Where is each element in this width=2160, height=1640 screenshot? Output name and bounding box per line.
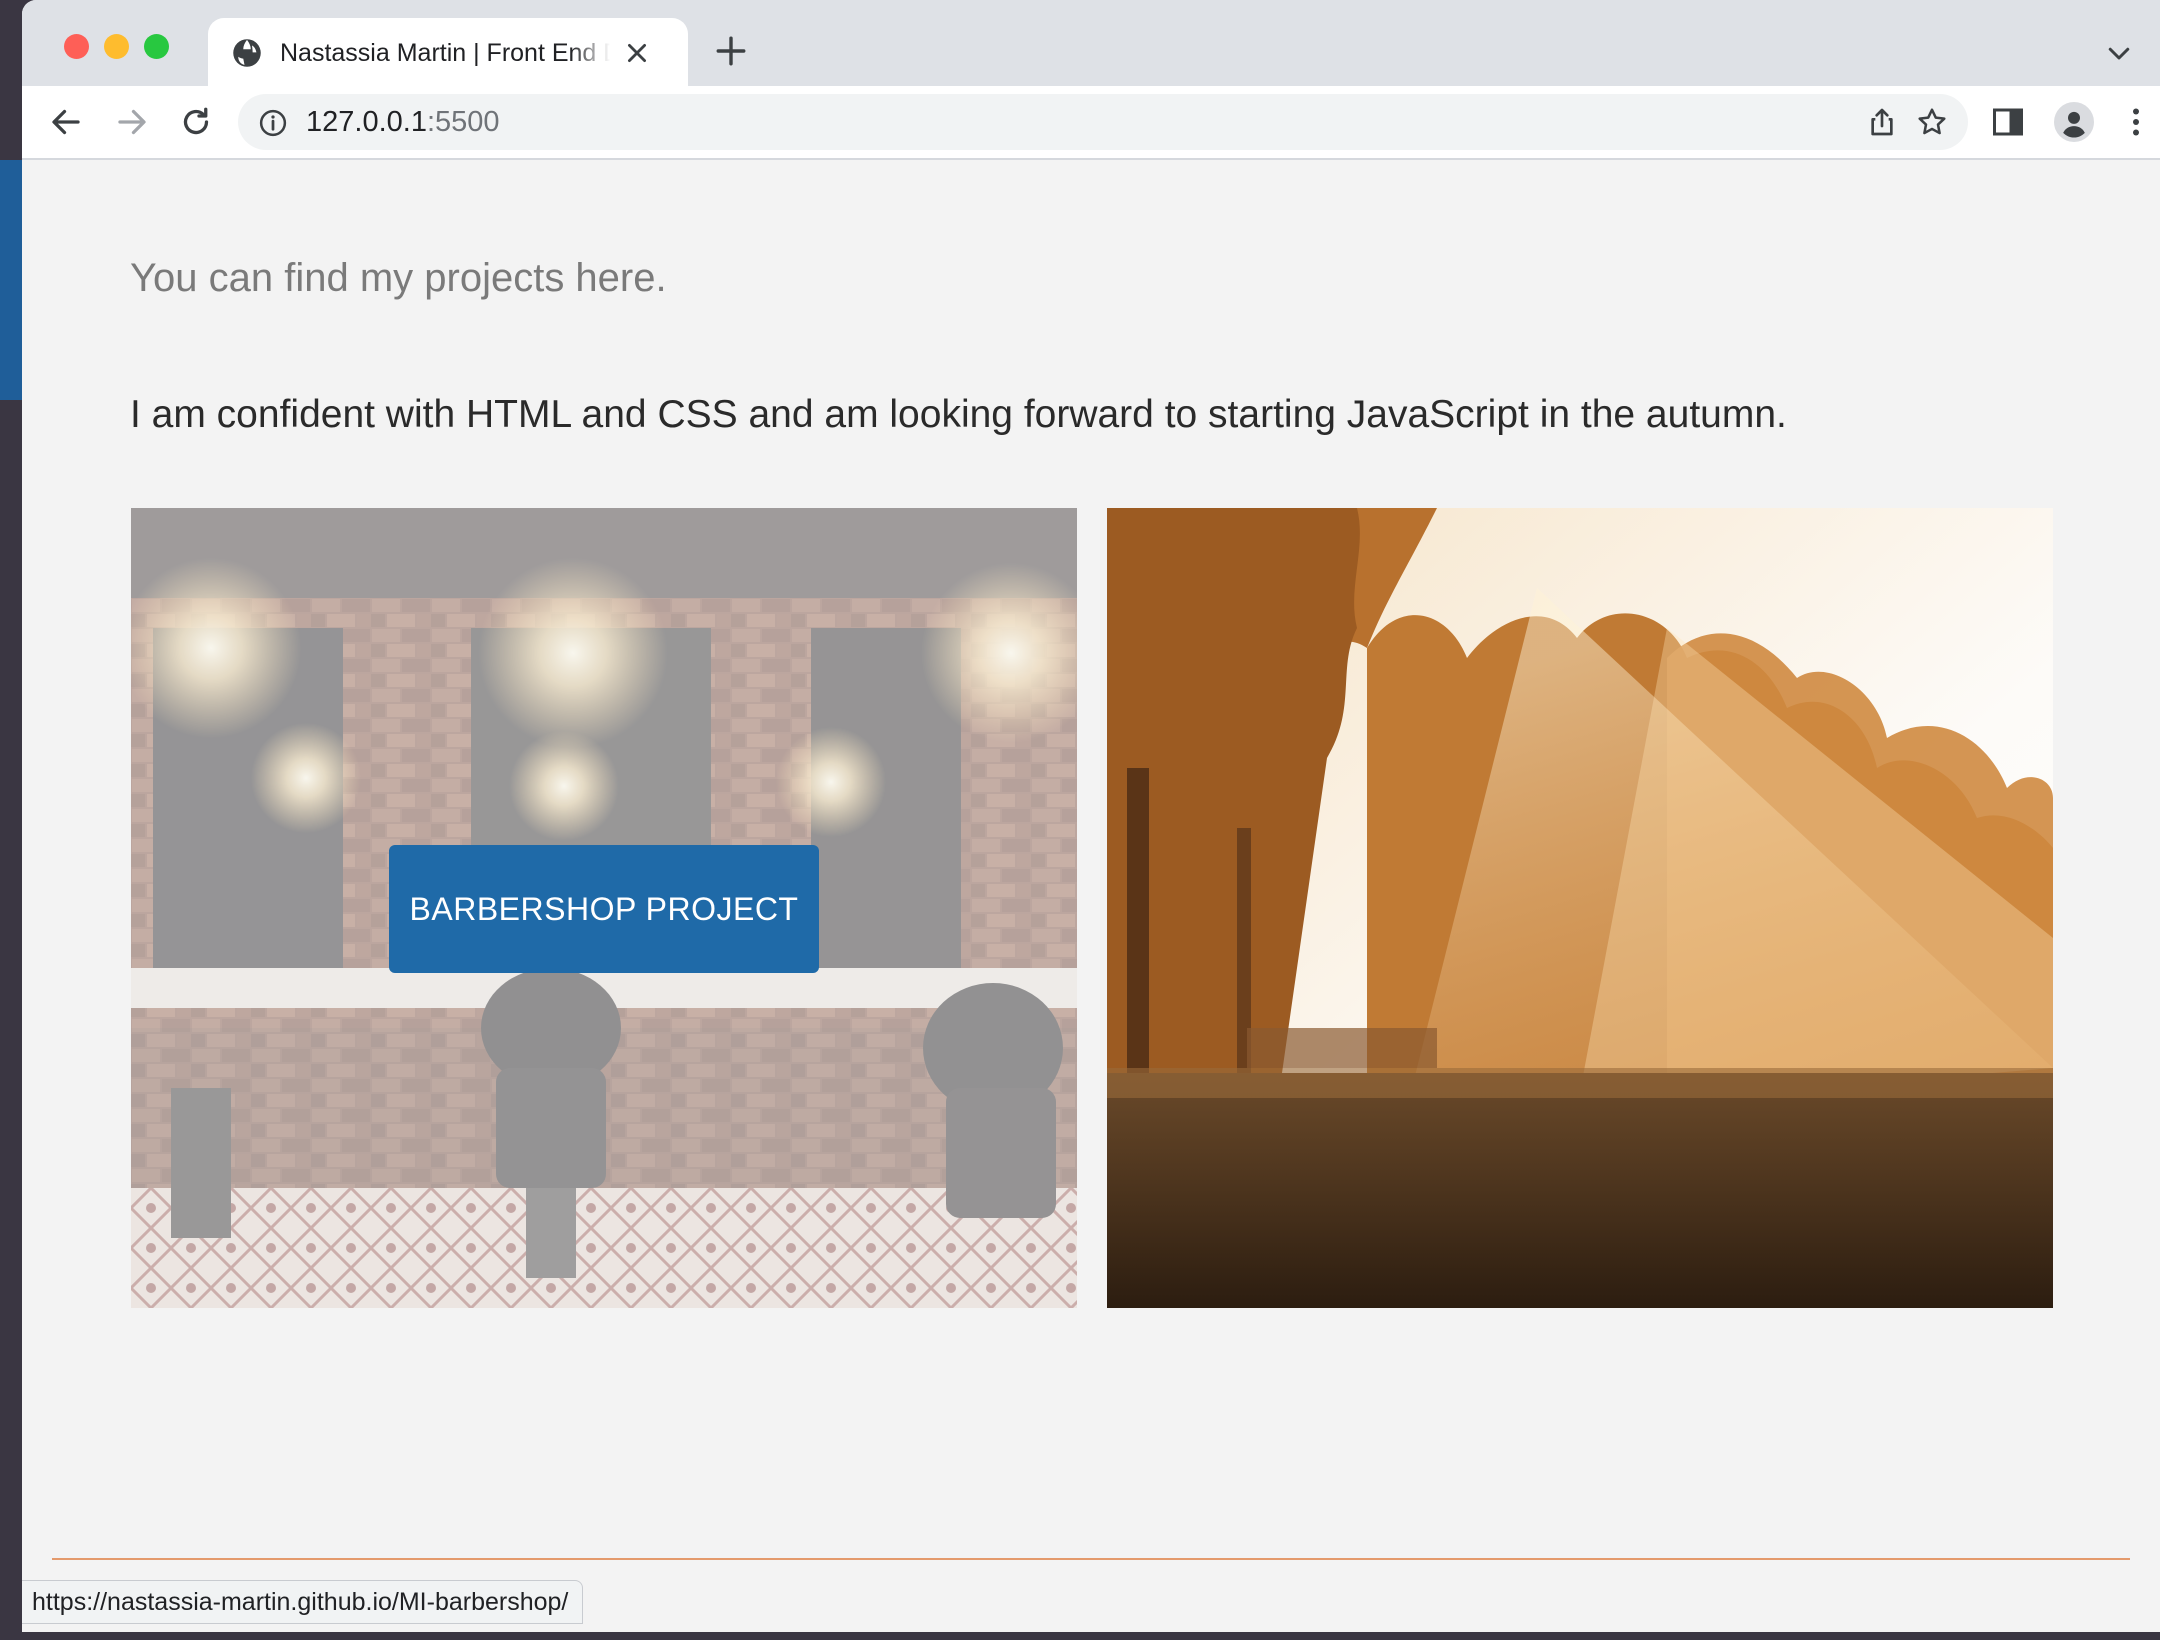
footer-divider bbox=[52, 1558, 2130, 1560]
tab-title: Nastassia Martin | Front End Developer bbox=[280, 39, 610, 67]
new-tab-icon[interactable] bbox=[714, 34, 748, 68]
barbershop-project-card[interactable]: BARBERSHOP PROJECT bbox=[131, 508, 1077, 1308]
globe-icon bbox=[233, 39, 261, 67]
browser-toolbar: 127.0.0.1:5500 bbox=[22, 86, 2160, 160]
link-hover-status: https://nastassia-martin.github.io/MI-ba… bbox=[22, 1580, 584, 1624]
browser-window: Nastassia Martin | Front End Developer bbox=[22, 0, 2160, 1632]
background-window-edge bbox=[0, 160, 22, 400]
skills-statement: I am confident with HTML and CSS and am … bbox=[130, 393, 1787, 436]
window-minimize-button[interactable] bbox=[104, 34, 129, 59]
forward-arrow-icon[interactable] bbox=[114, 104, 150, 140]
close-icon[interactable] bbox=[624, 40, 650, 66]
window-close-button[interactable] bbox=[64, 34, 89, 59]
reload-icon[interactable] bbox=[178, 104, 214, 140]
address-url: 127.0.0.1:5500 bbox=[306, 94, 500, 150]
kebab-menu-icon[interactable] bbox=[2118, 104, 2154, 140]
profile-avatar-icon[interactable] bbox=[2054, 102, 2094, 142]
projects-intro: You can find my projects here. bbox=[130, 256, 667, 300]
back-arrow-icon[interactable] bbox=[48, 104, 84, 140]
window-maximize-button[interactable] bbox=[144, 34, 169, 59]
barbershop-project-button[interactable]: BARBERSHOP PROJECT bbox=[389, 845, 819, 973]
url-host: 127.0.0.1 bbox=[306, 106, 427, 138]
tab-active[interactable]: Nastassia Martin | Front End Developer bbox=[208, 18, 688, 86]
url-port: :5500 bbox=[426, 106, 500, 138]
misty-forest-image bbox=[1107, 508, 2053, 1308]
side-panel-icon[interactable] bbox=[1990, 104, 2026, 140]
forest-project-card[interactable] bbox=[1107, 508, 2053, 1308]
bookmark-star-icon[interactable] bbox=[1916, 106, 1948, 138]
chevron-down-icon[interactable] bbox=[2104, 38, 2134, 68]
address-bar[interactable]: 127.0.0.1:5500 bbox=[238, 94, 1968, 150]
page-content: You can find my projects here. I am conf… bbox=[22, 160, 2160, 1632]
share-icon[interactable] bbox=[1866, 106, 1898, 138]
site-info-icon[interactable] bbox=[258, 108, 288, 138]
tab-strip: Nastassia Martin | Front End Developer bbox=[22, 0, 2160, 86]
